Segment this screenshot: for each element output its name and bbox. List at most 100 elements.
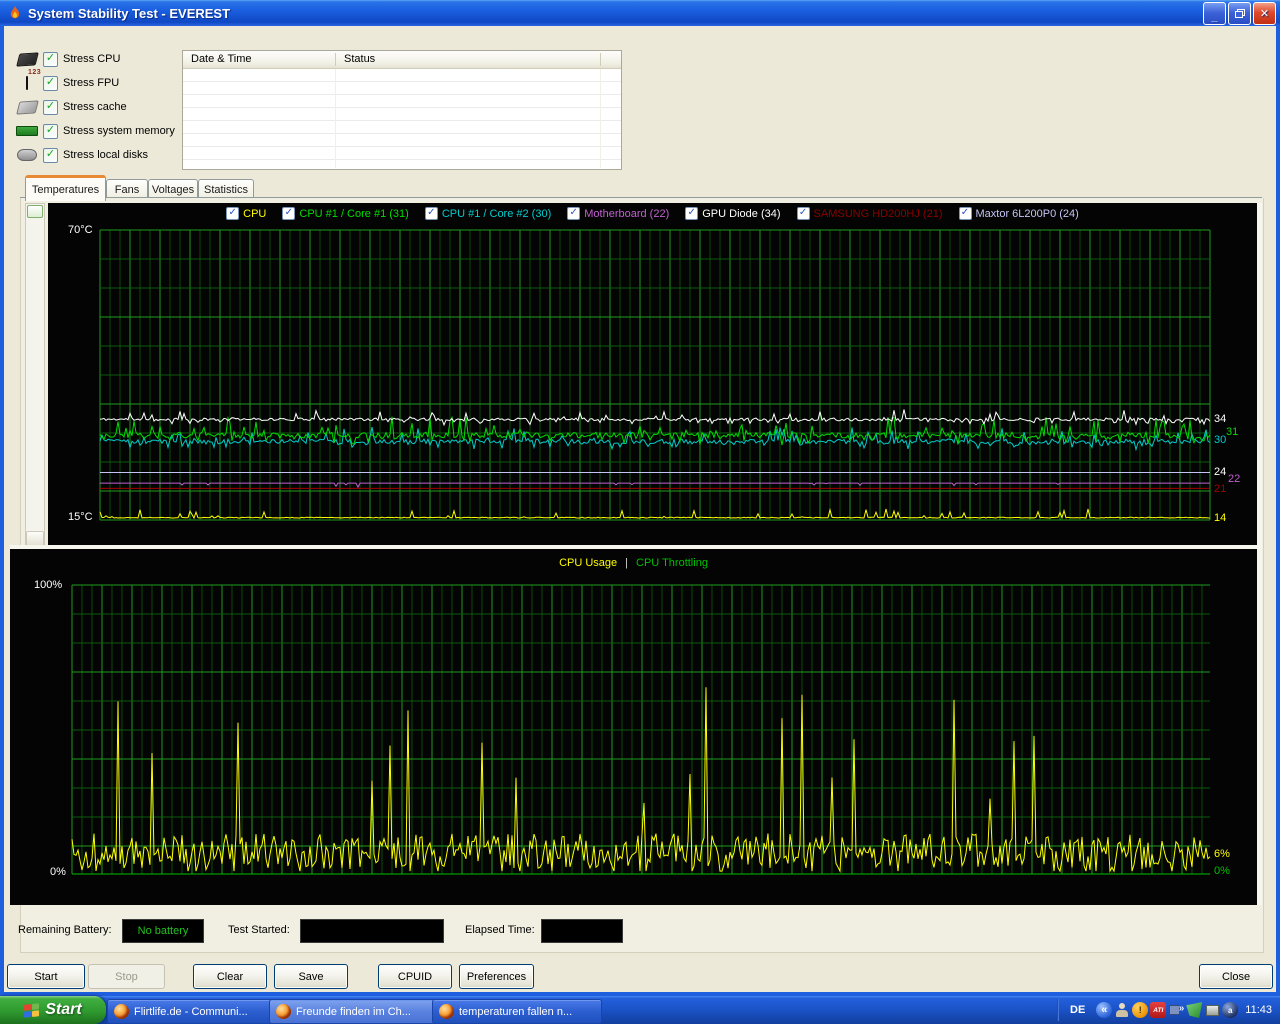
legend-label: GPU Diode (34) [702,207,781,220]
stress-option-row: ✓ Stress local disks [14,144,148,166]
tab-voltages[interactable]: Voltages [148,179,198,199]
cpuid-button[interactable]: CPUID [378,964,452,989]
column-gridline [335,69,336,168]
panel-edge-highlight [1257,203,1262,905]
legend-item[interactable]: ✓ CPU #1 / Core #2 (30) [424,207,552,220]
checkbox[interactable]: ✓ [43,147,58,163]
legend-item[interactable]: ✓ Motherboard (22) [567,207,669,220]
tab-page-border [20,197,1262,198]
minimize-button[interactable]: _ [1203,1,1226,25]
chart-scale-scrollbar[interactable] [25,203,45,547]
tab-temperatures[interactable]: Temperatures [25,175,106,201]
taskbar-task[interactable]: Flirtlife.de - Communi... [107,999,279,1024]
cpu-usage-chart-panel: CPU Usage | CPU Throttling 100% 0% 6% 0% [10,549,1257,905]
tab-statistics[interactable]: Statistics [198,179,254,199]
restore-icon [1235,9,1245,18]
temperature-chart-panel: ✓ CPU ✓ CPU #1 / Core #1 (31) ✓ CPU #1 / Core… [48,203,1257,545]
checkbox[interactable]: ✓ [43,75,58,91]
start-button[interactable]: Start [0,996,106,1024]
sphere-app-icon[interactable]: a [1222,1002,1239,1018]
temp-axis-max: 70°C [68,224,93,236]
current-value-label: 21 [1214,483,1227,496]
usage-chart-header: CPU Usage | CPU Throttling [10,557,1257,569]
legend-checkbox[interactable]: ✓ [424,207,438,220]
test-log-table[interactable]: Date & Time Status [182,50,622,170]
column-gridline [600,69,601,168]
network-monitor-icon[interactable] [1168,1002,1184,1018]
stress-option-label: Stress CPU [63,53,121,65]
cpu-throttling-title: CPU Throttling [636,557,708,569]
clear-button[interactable]: Clear [193,964,267,989]
checkbox[interactable]: ✓ [43,51,58,67]
legend-checkbox[interactable]: ✓ [226,207,240,220]
display-settings-icon[interactable] [1204,1002,1220,1018]
column-status[interactable]: Status [336,51,375,68]
legend-checkbox[interactable]: ✓ [796,207,810,220]
stress-option-label: Stress local disks [63,149,148,161]
legend-checkbox[interactable]: ✓ [685,207,699,220]
user-icon[interactable] [1114,1002,1130,1018]
checkbox[interactable]: ✓ [43,123,58,139]
close-button[interactable]: Close [1199,964,1273,989]
stress-option-label: Stress FPU [63,77,120,89]
taskbar-task[interactable]: Freunde finden im Ch... [269,999,442,1024]
test-started-field [300,919,444,943]
task-label: Flirtlife.de - Communi... [134,1005,248,1018]
legend-item[interactable]: ✓ SAMSUNG HD200HJ (21) [796,207,943,220]
green-utility-icon[interactable] [1186,1002,1203,1018]
series-cpu [99,507,1211,520]
series-cpu-usage [71,687,1211,873]
series-motherboard [100,482,1210,489]
preferences-button[interactable]: Preferences [459,964,534,989]
legend-label: Maxtor 6L200P0 (24) [975,207,1079,220]
table-header: Date & Time Status [183,51,621,69]
tab-fans[interactable]: Fans [106,179,148,199]
fpu-chip-icon: 123 [14,69,41,90]
taskbar-task[interactable]: temperaturen fallen n... [432,999,602,1024]
windows-flag-icon [24,1002,40,1018]
close-window-button[interactable]: ✕ [1253,1,1276,25]
legend-checkbox[interactable]: ✓ [958,207,972,220]
stress-option-label: Stress system memory [63,125,175,137]
window-frame [0,26,4,996]
current-value-label: 14 [1214,511,1227,524]
header-divider: | [625,557,628,569]
legend-label: CPU [243,207,267,220]
column-separator[interactable] [335,53,336,66]
language-indicator[interactable]: DE [1070,1004,1085,1016]
scrollbar-endcap[interactable] [26,531,44,546]
column-date-time[interactable]: Date & Time [183,51,336,68]
scrollbar-thumb[interactable] [27,205,43,218]
everest-flame-icon [7,5,23,21]
legend-item[interactable]: ✓ CPU #1 / Core #1 (31) [282,207,409,220]
temperature-legend: ✓ CPU ✓ CPU #1 / Core #1 (31) ✓ CPU #1 / Core… [48,207,1257,220]
memory-module-icon [14,126,40,136]
battery-label: Remaining Battery: [18,924,112,936]
ati-icon[interactable]: ATI [1150,1002,1167,1018]
column-separator[interactable] [600,53,601,66]
stress-option-label: Stress cache [63,101,127,113]
series-cpu-1-core-1 [99,415,1211,446]
hide-icons-chevron-icon[interactable]: « [1096,1002,1113,1018]
legend-item[interactable]: ✓ Maxtor 6L200P0 (24) [958,207,1079,220]
current-value-label: 0% [1214,865,1230,877]
stop-button: Stop [88,964,165,989]
legend-checkbox[interactable]: ✓ [567,207,581,220]
battery-value-field: No battery [122,919,204,943]
checkbox[interactable]: ✓ [43,99,58,115]
current-value-label: 34 [1214,412,1227,425]
usage-axis-max: 100% [34,579,63,591]
legend-label: SAMSUNG HD200HJ (21) [813,207,943,220]
start-button[interactable]: Start [7,964,85,989]
legend-checkbox[interactable]: ✓ [282,207,296,220]
save-button[interactable]: Save [274,964,348,989]
current-value-label: 30 [1214,433,1227,446]
legend-item[interactable]: ✓ CPU [226,207,266,220]
restore-button[interactable] [1228,1,1251,25]
warning-icon[interactable]: ! [1132,1002,1149,1018]
legend-label: CPU #1 / Core #2 (30) [441,207,552,220]
stress-option-row: ✓ Stress cache [14,96,127,118]
system-tray: DE «!ATI a 11:43 [1057,996,1278,1024]
temp-axis-min: 15°C [68,511,93,523]
legend-item[interactable]: ✓ GPU Diode (34) [685,207,781,220]
